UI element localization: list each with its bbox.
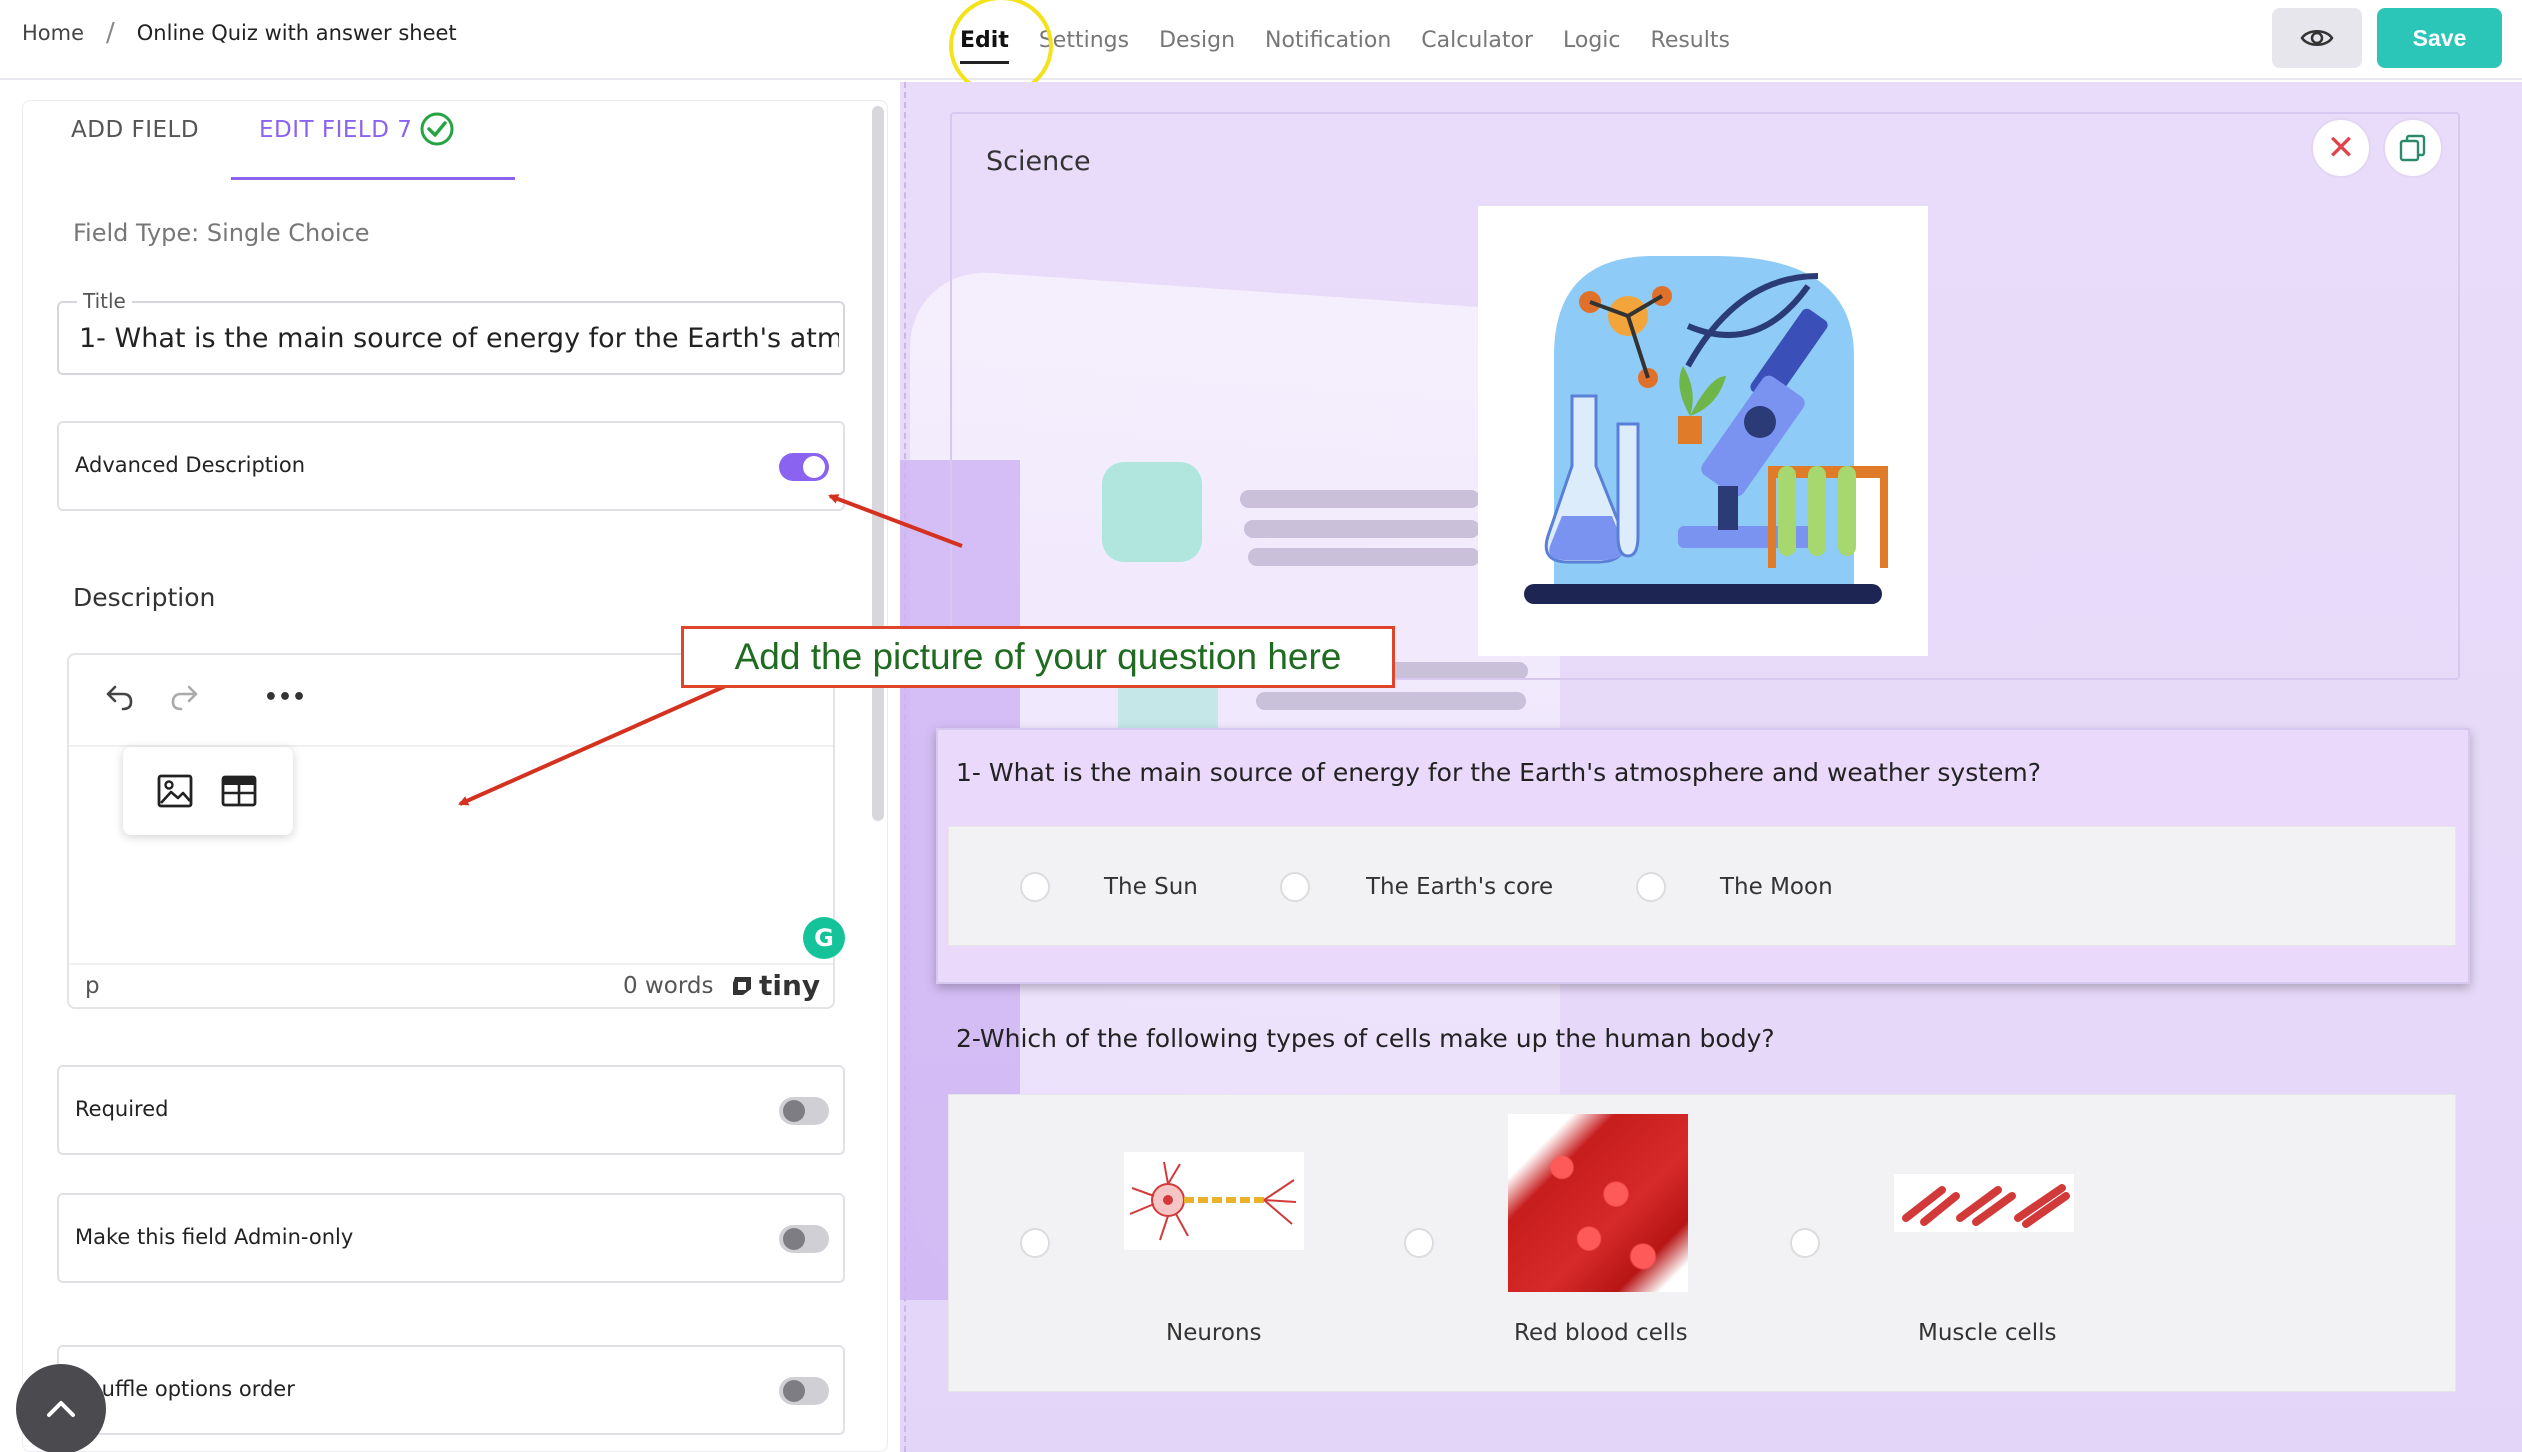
preview-button[interactable] xyxy=(2272,8,2362,68)
copy-icon xyxy=(2399,134,2426,162)
scroll-to-top-button[interactable] xyxy=(16,1364,106,1452)
advanced-description-row: Advanced Description xyxy=(57,421,845,511)
table-icon[interactable] xyxy=(219,771,259,811)
top-header: Home / Online Quiz with answer sheet Edi… xyxy=(0,0,2522,80)
tiny-logo: tiny xyxy=(729,969,820,1002)
app-root: Home / Online Quiz with answer sheet Edi… xyxy=(0,0,2522,1452)
tab-edit-field[interactable]: EDIT FIELD 7 xyxy=(259,117,412,143)
grammarly-icon[interactable]: G xyxy=(803,917,845,959)
toggle-knob xyxy=(783,1228,805,1250)
title-field-value[interactable]: 1- What is the main source of energy for… xyxy=(79,323,839,354)
radio-option-sun[interactable] xyxy=(1020,872,1050,902)
required-row: Required xyxy=(57,1065,845,1155)
radio-option-earth-core[interactable] xyxy=(1280,872,1310,902)
tab-design[interactable]: Design xyxy=(1159,0,1235,80)
radio-option-muscle-cells[interactable] xyxy=(1790,1228,1820,1258)
option-label: The Earth's core xyxy=(1366,874,1554,900)
breadcrumb-separator: / xyxy=(106,18,115,48)
title-field-label: Title xyxy=(77,289,132,313)
description-heading: Description xyxy=(73,583,216,612)
question-1-title: 1- What is the main source of energy for… xyxy=(956,758,2042,787)
nav-tabs: Edit Settings Design Notification Calcul… xyxy=(960,0,1760,80)
radio-option-red-blood-cells[interactable] xyxy=(1404,1228,1434,1258)
toggle-knob xyxy=(803,456,825,478)
description-editor[interactable]: ••• G p 0 words tiny xyxy=(67,653,845,1009)
science-lab-illustration xyxy=(1524,256,1888,604)
option-label: Red blood cells xyxy=(1514,1320,1688,1346)
image-icon[interactable] xyxy=(155,771,195,811)
editor-statusbar: p 0 words tiny xyxy=(69,963,833,1007)
background-bar xyxy=(1256,692,1526,710)
breadcrumb-home[interactable]: Home xyxy=(22,21,84,45)
tab-settings[interactable]: Settings xyxy=(1039,0,1129,80)
chevron-up-icon xyxy=(47,1401,75,1417)
question-2-title: 2-Which of the following types of cells … xyxy=(956,1024,1775,1053)
neuron-illustration xyxy=(1129,1161,1297,1241)
shuffle-label: Shuffle options order xyxy=(75,1377,295,1401)
eye-icon xyxy=(2300,30,2334,46)
red-blood-cells-image xyxy=(1508,1114,1688,1292)
check-circle-icon xyxy=(420,112,454,146)
redo-button[interactable] xyxy=(165,677,205,717)
muscle-cells-illustration xyxy=(1902,1184,2070,1228)
save-button[interactable]: Save xyxy=(2377,8,2502,68)
admin-only-row: Make this field Admin-only xyxy=(57,1193,845,1283)
option-label: The Sun xyxy=(1104,874,1198,900)
admin-only-label: Make this field Admin-only xyxy=(75,1225,354,1249)
muscle-cells-image xyxy=(1894,1174,2074,1232)
edit-panel: ADD FIELD EDIT FIELD 7 Field Type: Singl… xyxy=(22,100,888,1452)
tiny-logo-icon xyxy=(733,976,751,995)
required-toggle[interactable] xyxy=(779,1097,829,1125)
science-image xyxy=(1478,206,1928,656)
radio-option-moon[interactable] xyxy=(1636,872,1666,902)
tab-add-field[interactable]: ADD FIELD xyxy=(71,117,199,143)
shuffle-toggle[interactable] xyxy=(779,1377,829,1405)
redo-icon xyxy=(171,685,198,711)
breadcrumb-current: Online Quiz with answer sheet xyxy=(136,21,457,45)
toggle-knob xyxy=(783,1380,805,1402)
neuron-image xyxy=(1124,1152,1304,1250)
annotation-callout: Add the picture of your question here xyxy=(681,626,1395,688)
duplicate-field-button[interactable] xyxy=(2383,118,2443,178)
panel-tabs: ADD FIELD EDIT FIELD 7 xyxy=(23,101,887,181)
advanced-description-toggle[interactable] xyxy=(779,453,829,481)
tiny-logo-text: tiny xyxy=(759,969,821,1002)
tab-results[interactable]: Results xyxy=(1651,0,1730,80)
tab-calculator[interactable]: Calculator xyxy=(1421,0,1533,80)
required-label: Required xyxy=(75,1097,169,1121)
admin-only-toggle[interactable] xyxy=(779,1225,829,1253)
panel-scrollbar[interactable] xyxy=(872,106,884,821)
element-path: p xyxy=(85,973,100,999)
option-label: Muscle cells xyxy=(1918,1320,2057,1346)
tab-notification[interactable]: Notification xyxy=(1265,0,1391,80)
active-tab-underline xyxy=(231,177,515,180)
option-label: Neurons xyxy=(1166,1320,1262,1346)
insert-popover xyxy=(123,747,293,835)
advanced-description-label: Advanced Description xyxy=(75,453,306,477)
radio-option-neurons[interactable] xyxy=(1020,1228,1050,1258)
field-type-label: Field Type: Single Choice xyxy=(73,219,370,247)
shuffle-row: Shuffle options order xyxy=(57,1345,845,1435)
undo-button[interactable] xyxy=(99,677,139,717)
tab-logic[interactable]: Logic xyxy=(1563,0,1621,80)
option-label: The Moon xyxy=(1720,874,1833,900)
delete-field-button[interactable]: ✕ xyxy=(2311,118,2371,178)
breadcrumb: Home / Online Quiz with answer sheet xyxy=(22,18,457,48)
close-icon: ✕ xyxy=(2326,128,2356,168)
toggle-knob xyxy=(783,1100,805,1122)
undo-icon xyxy=(106,685,133,711)
word-count: 0 words xyxy=(623,973,714,999)
more-button[interactable]: ••• xyxy=(264,677,306,717)
tab-edit[interactable]: Edit xyxy=(960,0,1009,80)
section-title: Science xyxy=(986,146,1091,177)
